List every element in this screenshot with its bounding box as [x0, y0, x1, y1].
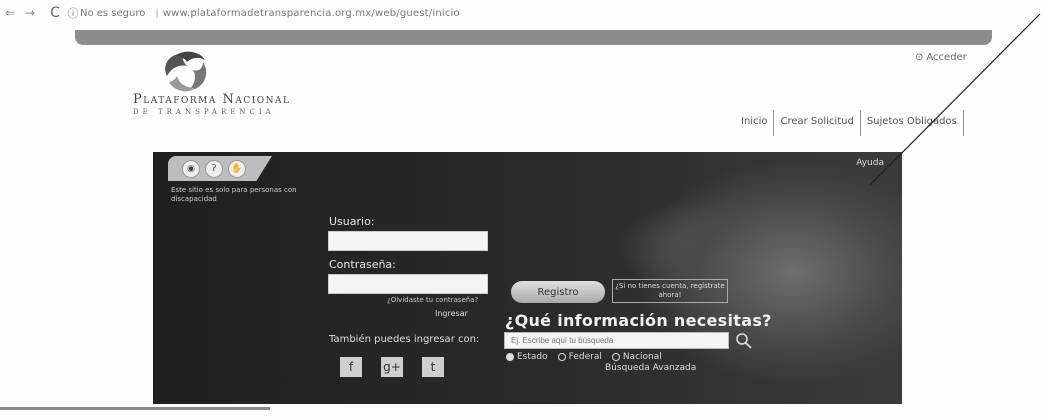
annotation-line [869, 13, 1041, 186]
bottom-strip [0, 407, 270, 410]
